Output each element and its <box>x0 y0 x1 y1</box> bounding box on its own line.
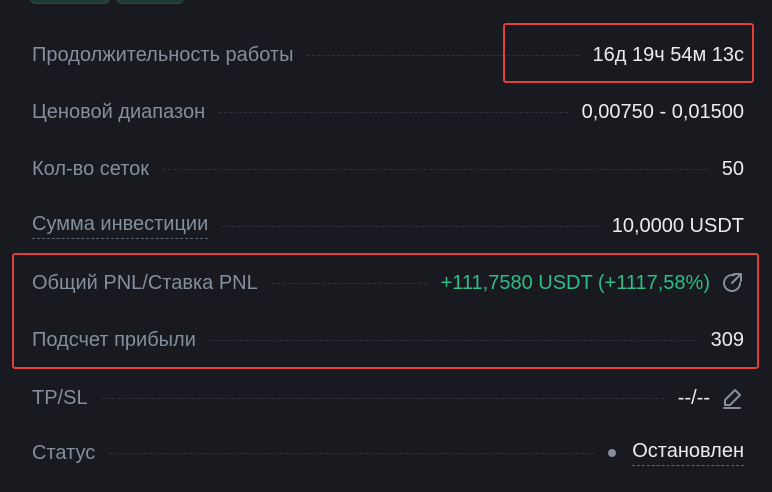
row-tp-sl: TP/SL --/-- <box>32 378 744 418</box>
row-investment: Сумма инвестиции 10,0000 USDT <box>32 206 744 246</box>
dotted-leader <box>101 397 664 399</box>
investment-value: 10,0000 USDT <box>611 214 744 237</box>
row-price-range: Ценовой диапазон 0,00750 - 0,01500 <box>32 92 744 132</box>
highlight-box-pnl <box>12 253 759 369</box>
price-range-value: 0,00750 - 0,01500 <box>581 100 744 123</box>
dotted-leader <box>109 452 595 454</box>
tp-sl-value: --/-- <box>678 386 744 410</box>
top-tab-2[interactable] <box>116 0 184 4</box>
price-range-label: Ценовой диапазон <box>32 100 206 123</box>
tp-sl-text: --/-- <box>677 386 710 409</box>
edit-pencil-icon[interactable] <box>720 386 744 410</box>
status-dot-icon <box>608 449 617 457</box>
dotted-leader <box>219 111 568 113</box>
dotted-leader <box>163 168 708 170</box>
grid-count-label: Кол-во сеток <box>32 157 150 180</box>
tp-sl-label: TP/SL <box>32 386 88 409</box>
grid-count-value: 50 <box>721 157 744 180</box>
investment-label[interactable]: Сумма инвестиции <box>32 213 209 239</box>
runtime-label: Продолжительность работы <box>32 43 294 66</box>
row-grid-count: Кол-во сеток 50 <box>32 149 744 189</box>
row-status: Статус Остановлен <box>32 433 744 473</box>
status-text[interactable]: Остановлен <box>632 440 744 466</box>
top-tab-1[interactable] <box>30 0 110 4</box>
status-label: Статус <box>32 441 96 464</box>
status-value: Остановлен <box>608 440 744 466</box>
top-tabs <box>30 0 184 4</box>
highlight-box-runtime <box>503 23 754 83</box>
dotted-leader <box>222 225 598 227</box>
